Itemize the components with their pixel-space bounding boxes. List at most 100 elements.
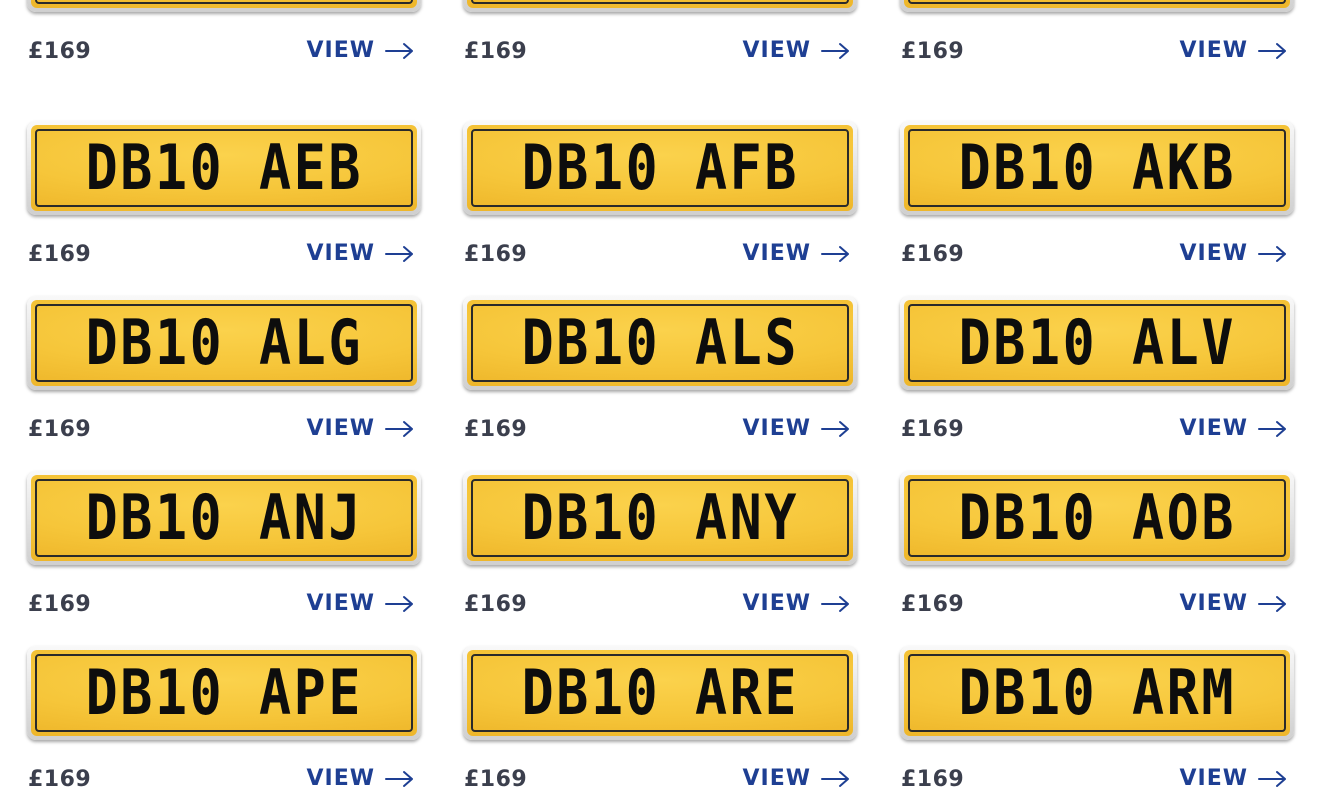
plate-card[interactable]: DB10 AOB £169 VIEW <box>900 471 1294 631</box>
plate-border: DB10 AOB <box>908 479 1286 557</box>
plate-border: DB10 ABY <box>471 0 849 4</box>
plate-price: £169 <box>901 417 965 442</box>
plate-registration: DB10 ANY <box>521 481 799 554</box>
number-plate[interactable]: DB10 AEB <box>27 121 421 215</box>
plate-border: DB10 ARE <box>471 654 849 732</box>
number-plate[interactable]: DB10 AKB <box>900 121 1294 215</box>
plate-card[interactable]: DB10 ALS £169 VIEW <box>463 296 857 456</box>
plate-border: DB10 ANJ <box>35 479 413 557</box>
plate-price: £169 <box>901 592 965 617</box>
plate-card[interactable]: DB10 ARE £169 VIEW <box>463 646 857 806</box>
plate-listing-grid: DB10 ABB£169VIEWDB10 ABY£169VIEWDB10 ABA… <box>0 0 1320 792</box>
arrow-right-icon <box>1258 595 1286 612</box>
plate-border: DB10 ALS <box>471 304 849 382</box>
plate-face: DB10 ALV <box>904 300 1290 386</box>
plate-registration: DB10 ANJ <box>85 481 363 554</box>
number-plate[interactable]: DB10 ANY <box>463 471 857 565</box>
number-plate[interactable]: DB10 APE <box>27 646 421 740</box>
view-link-label: VIEW <box>1179 766 1248 791</box>
arrow-right-icon <box>385 770 413 787</box>
number-plate[interactable]: DB10 ABY <box>463 0 857 12</box>
plate-registration: DB10 ALG <box>85 306 363 379</box>
plate-border: DB10 ALV <box>908 304 1286 382</box>
plate-price: £169 <box>28 417 92 442</box>
plate-card[interactable]: DB10 ANJ £169 VIEW <box>27 471 421 631</box>
plate-price: £169 <box>901 242 965 267</box>
plate-face: DB10 ABA <box>904 0 1290 8</box>
arrow-right-icon <box>1258 770 1286 787</box>
arrow-right-icon <box>385 245 413 262</box>
plate-card[interactable]: DB10 ABY £169 VIEW <box>463 0 857 78</box>
plate-face: DB10 APE <box>31 650 417 736</box>
arrow-right-icon <box>1258 420 1286 437</box>
arrow-right-icon <box>821 420 849 437</box>
plate-price: £169 <box>464 242 528 267</box>
number-plate[interactable]: DB10 AFB <box>463 121 857 215</box>
plate-price: £169 <box>28 242 92 267</box>
view-link[interactable]: VIEW <box>742 591 851 616</box>
plate-face: DB10 AFB <box>467 125 853 211</box>
number-plate[interactable]: DB10 ALG <box>27 296 421 390</box>
arrow-right-icon <box>1258 245 1286 262</box>
arrow-right-icon <box>385 42 413 59</box>
view-link[interactable]: VIEW <box>306 241 415 266</box>
plate-registration: DB10 ALS <box>521 306 799 379</box>
number-plate[interactable]: DB10 ARE <box>463 646 857 740</box>
plate-card[interactable]: DB10 AKB £169 VIEW <box>900 121 1294 281</box>
number-plate[interactable]: DB10 ABA <box>900 0 1294 12</box>
view-link[interactable]: VIEW <box>1179 416 1288 441</box>
plate-price: £169 <box>901 767 965 792</box>
view-link[interactable]: VIEW <box>306 766 415 791</box>
number-plate[interactable]: DB10 ALS <box>463 296 857 390</box>
plate-border: DB10 ALG <box>35 304 413 382</box>
view-link-label: VIEW <box>1179 416 1248 441</box>
view-link-label: VIEW <box>306 38 375 63</box>
plate-price: £169 <box>464 592 528 617</box>
view-link[interactable]: VIEW <box>742 766 851 791</box>
plate-border: DB10 AFB <box>471 129 849 207</box>
number-plate[interactable]: DB10 ALV <box>900 296 1294 390</box>
view-link-label: VIEW <box>742 766 811 791</box>
view-link[interactable]: VIEW <box>306 591 415 616</box>
arrow-right-icon <box>821 770 849 787</box>
number-plate[interactable]: DB10 ARM <box>900 646 1294 740</box>
plate-face: DB10 AOB <box>904 475 1290 561</box>
plate-card[interactable]: DB10 ABB £169 VIEW <box>27 0 421 78</box>
view-link[interactable]: VIEW <box>306 416 415 441</box>
plate-card[interactable]: DB10 ANY £169 VIEW <box>463 471 857 631</box>
plate-card[interactable]: DB10 APE £169 VIEW <box>27 646 421 806</box>
view-link[interactable]: VIEW <box>1179 591 1288 616</box>
view-link[interactable]: VIEW <box>742 241 851 266</box>
plate-registration: DB10 AKB <box>958 131 1236 204</box>
plate-card[interactable]: DB10 AEB £169 VIEW <box>27 121 421 281</box>
plate-registration: DB10 ARE <box>521 656 799 729</box>
view-link-label: VIEW <box>306 591 375 616</box>
plate-card[interactable]: DB10 AFB £169 VIEW <box>463 121 857 281</box>
plate-border: DB10 ARM <box>908 654 1286 732</box>
view-link[interactable]: VIEW <box>1179 241 1288 266</box>
plate-face: DB10 AKB <box>904 125 1290 211</box>
plate-border: DB10 APE <box>35 654 413 732</box>
view-link-label: VIEW <box>306 241 375 266</box>
plate-card[interactable]: DB10 ALG £169 VIEW <box>27 296 421 456</box>
plate-card[interactable]: DB10 ABA £169 VIEW <box>900 0 1294 78</box>
view-link-label: VIEW <box>742 241 811 266</box>
number-plate[interactable]: DB10 AOB <box>900 471 1294 565</box>
view-link[interactable]: VIEW <box>306 38 415 63</box>
view-link[interactable]: VIEW <box>742 38 851 63</box>
view-link-label: VIEW <box>1179 38 1248 63</box>
plate-card[interactable]: DB10 ARM £169 VIEW <box>900 646 1294 806</box>
plate-border: DB10 AEB <box>35 129 413 207</box>
view-link[interactable]: VIEW <box>742 416 851 441</box>
plate-face: DB10 ALG <box>31 300 417 386</box>
number-plate[interactable]: DB10 ABB <box>27 0 421 12</box>
view-link-label: VIEW <box>742 416 811 441</box>
view-link-label: VIEW <box>742 591 811 616</box>
number-plate[interactable]: DB10 ANJ <box>27 471 421 565</box>
plate-face: DB10 ANY <box>467 475 853 561</box>
view-link[interactable]: VIEW <box>1179 766 1288 791</box>
view-link[interactable]: VIEW <box>1179 38 1288 63</box>
arrow-right-icon <box>1258 42 1286 59</box>
plate-card[interactable]: DB10 ALV £169 VIEW <box>900 296 1294 456</box>
arrow-right-icon <box>385 420 413 437</box>
